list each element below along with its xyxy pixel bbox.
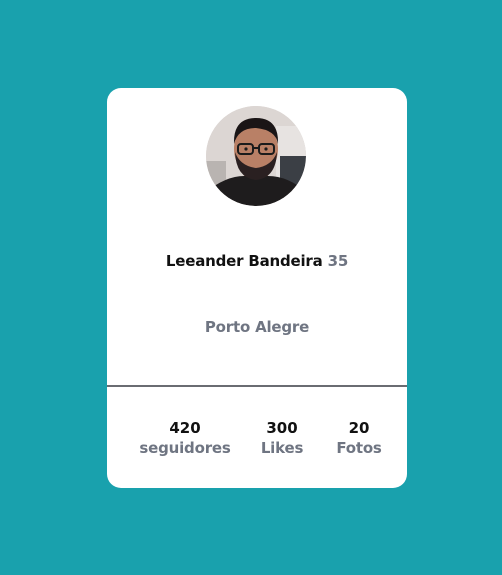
stat-followers: 420 seguidores [132,418,238,458]
stat-photos: 20 Fotos [329,418,389,458]
profile-location: Porto Alegre [204,318,310,336]
profile-name: Leeander Bandeira [165,252,323,270]
stat-photos-value: 20 [348,419,370,437]
stat-followers-value: 420 [169,419,201,437]
profile-card: Leeander Bandeira 35 Porto Alegre 420 se… [107,88,407,488]
user-photo-icon [206,106,306,206]
profile-name-row: Leeander Bandeira 35 [107,252,407,270]
avatar [206,106,306,206]
stat-likes: 300 Likes [252,418,312,458]
divider [107,385,407,387]
stat-followers-label: seguidores [139,439,231,457]
stat-likes-label: Likes [260,439,304,457]
stat-photos-label: Fotos [336,439,382,457]
stat-likes-value: 300 [266,419,298,437]
profile-age: 35 [327,252,349,270]
